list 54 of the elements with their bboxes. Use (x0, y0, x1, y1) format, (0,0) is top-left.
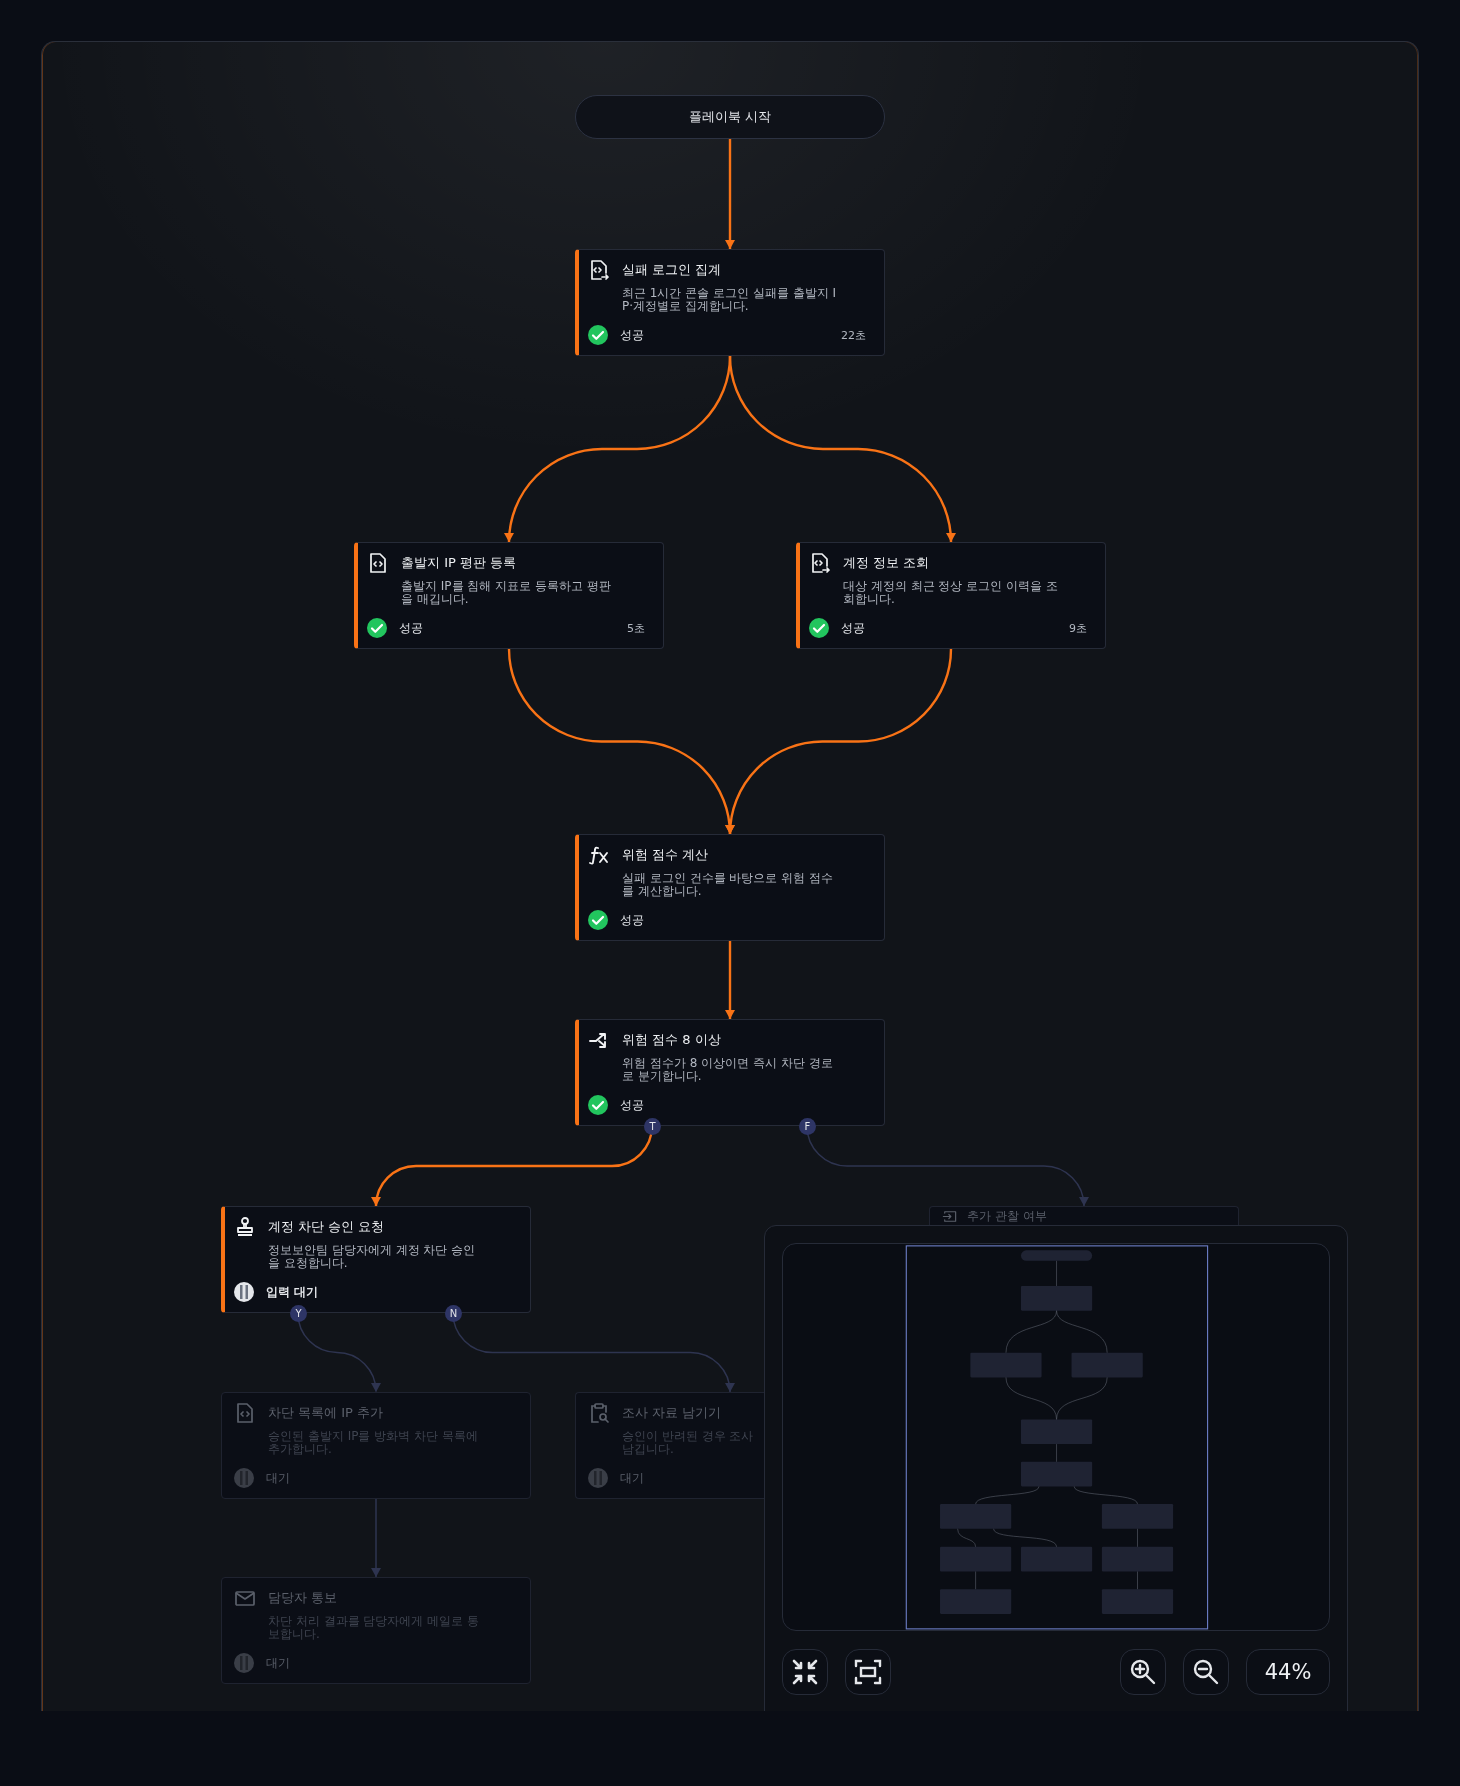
status-label: 성공 (841, 620, 865, 636)
step-title: 조사 자료 남기기 (622, 1404, 722, 1422)
step-title: 추가 관찰 여부 (967, 1209, 1047, 1224)
step-title: 위험 점수 계산 (622, 846, 709, 864)
zoom-in-button[interactable] (1120, 1649, 1166, 1695)
code-file-icon (367, 552, 389, 574)
step-description: 정보보안팀 담당자에게 계정 차단 승인 을 요청합니다. (268, 1244, 477, 1270)
stamp-icon (234, 1216, 256, 1238)
port-badge[interactable]: F (799, 1118, 816, 1135)
fit-screen-icon (853, 1657, 883, 1687)
status-label: 성공 (399, 620, 423, 636)
duration-label: 5초 (627, 620, 645, 636)
code-file-icon (234, 1402, 256, 1424)
step-card[interactable]: 위험 점수 계산 실패 로그인 건수를 바탕으로 위험 점수 를 계산합니다. 성공 (575, 834, 885, 941)
fit-view-button[interactable] (845, 1649, 891, 1695)
port-badge[interactable]: T (644, 1118, 661, 1135)
zoom-level-button[interactable]: 44% (1246, 1649, 1330, 1695)
step-description: 최근 1시간 콘솔 로그인 실패를 출발지 I P·계정별로 집계합니다. (622, 287, 838, 313)
step-description: 대상 계정의 최근 정상 로그인 이력을 조 회합니다. (843, 580, 1059, 606)
duration-label: 22초 (841, 327, 866, 343)
code-file-arrow-icon (588, 259, 610, 281)
port-badge[interactable]: N (445, 1305, 462, 1322)
status-label: 성공 (620, 912, 644, 928)
zoom-in-icon (1128, 1657, 1158, 1687)
zoom-out-icon (1191, 1657, 1221, 1687)
duration-label: 9초 (1069, 620, 1087, 636)
step-title: 계정 정보 조회 (843, 554, 930, 572)
collapse-arrows-icon (790, 1657, 820, 1687)
collapse-button[interactable] (782, 1649, 828, 1695)
function-icon (588, 844, 610, 866)
step-card[interactable]: 출발지 IP 평판 등록 출발지 IP를 침해 지표로 등록하고 평판 을 매깁니다. 성공 5초 (354, 542, 664, 649)
step-description: 출발지 IP를 침해 지표로 등록하고 평판 을 매깁니다. (401, 580, 612, 606)
start-node[interactable]: 플레이북 시작 (575, 95, 885, 139)
step-card[interactable]: 계정 정보 조회 대상 계정의 최근 정상 로그인 이력을 조 회합니다. 성공 9초 (796, 542, 1106, 649)
step-title: 계정 차단 승인 요청 (268, 1218, 385, 1236)
status-label: 대기 (266, 1470, 290, 1486)
step-description: 위험 점수가 8 이상이면 즉시 차단 경로 로 분기합니다. (622, 1057, 834, 1083)
step-card[interactable]: 실패 로그인 집계 최근 1시간 콘솔 로그인 실패를 출발지 I P·계정별로 집계합니다. 성공 22초 (575, 249, 885, 356)
status-label: 입력 대기 (266, 1284, 318, 1300)
step-title: 실패 로그인 집계 (622, 261, 722, 279)
step-title: 위험 점수 8 이상 (622, 1031, 721, 1049)
step-title: 담당자 통보 (268, 1589, 338, 1607)
status-label: 성공 (620, 1097, 644, 1113)
zoom-out-button[interactable] (1183, 1649, 1229, 1695)
status-label: 대기 (620, 1470, 644, 1486)
status-label: 대기 (266, 1655, 290, 1671)
step-description: 실패 로그인 건수를 바탕으로 위험 점수 를 계산합니다. (622, 872, 835, 898)
step-title: 차단 목록에 IP 추가 (268, 1404, 384, 1422)
code-file-arrow-icon (809, 552, 831, 574)
clipboard-search-icon (588, 1402, 610, 1424)
login-arrow-icon (942, 1209, 957, 1224)
port-badge[interactable]: Y (290, 1305, 307, 1322)
step-title: 출발지 IP 평판 등록 (401, 554, 517, 572)
status-label: 성공 (620, 327, 644, 343)
